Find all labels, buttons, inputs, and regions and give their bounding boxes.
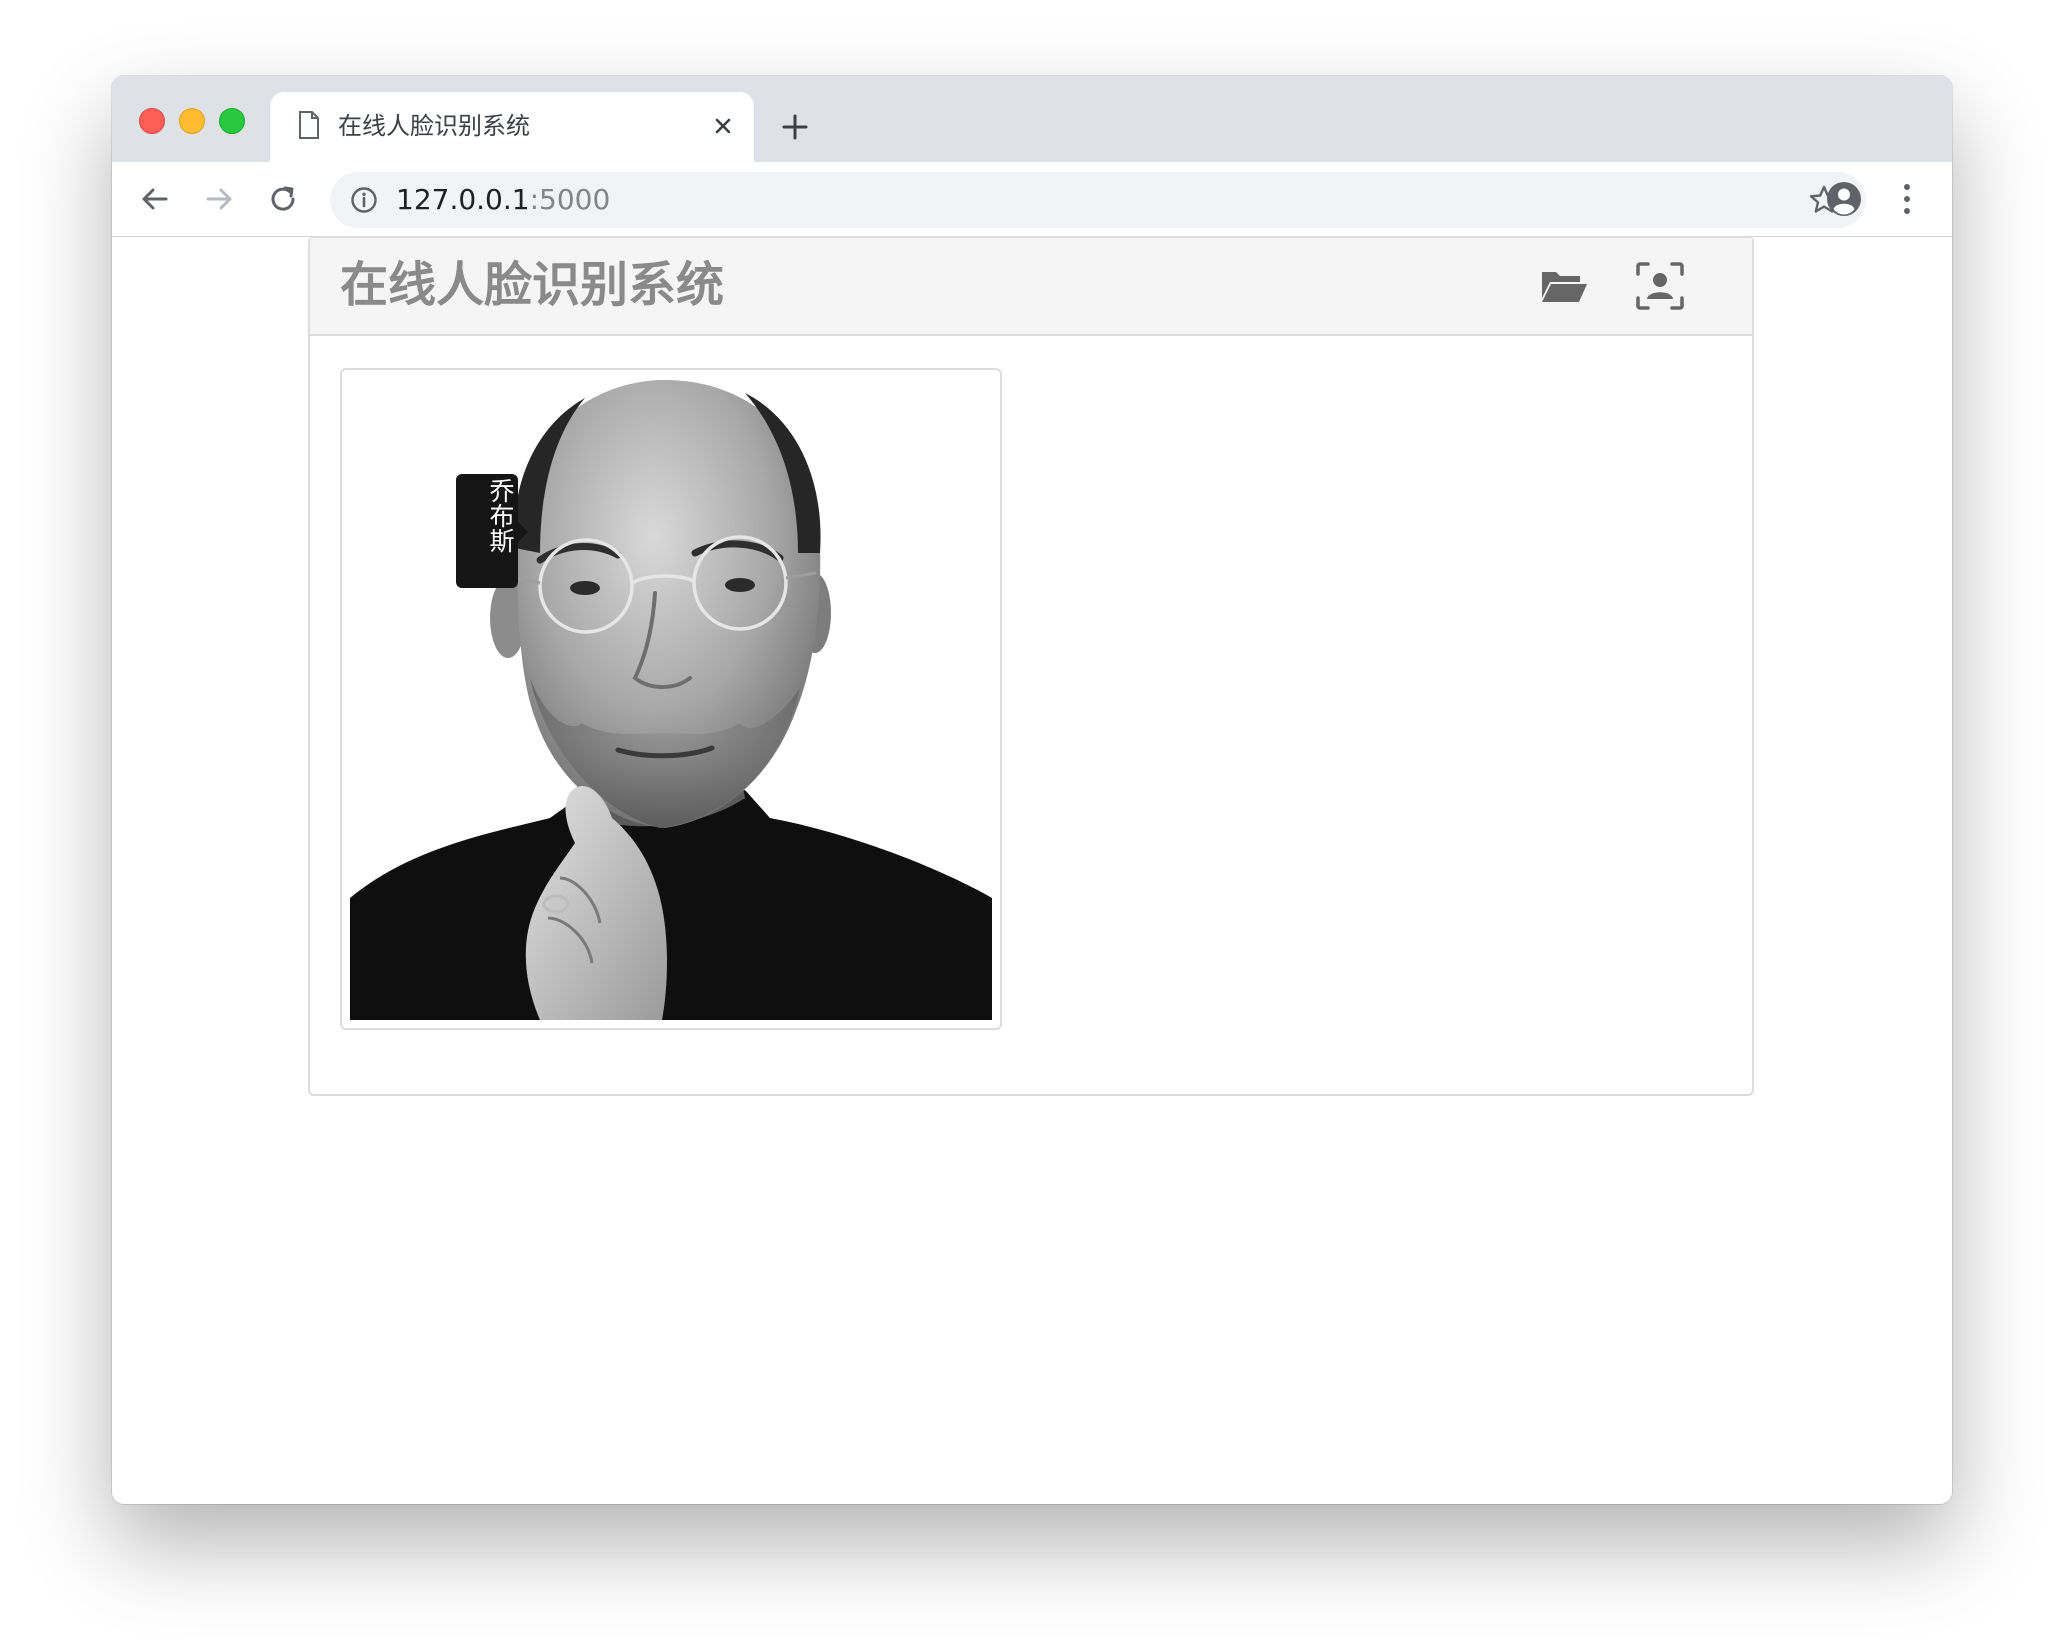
address-bar[interactable]: 127.0.0.1:5000	[330, 172, 1866, 228]
new-tab-icon[interactable]	[778, 110, 812, 144]
browser-tab[interactable]: 在线人脸识别系统	[270, 92, 754, 162]
close-tab-icon[interactable]	[708, 111, 738, 141]
app-title: 在线人脸识别系统	[340, 257, 725, 313]
browser-toolbar: 127.0.0.1:5000	[112, 162, 1952, 237]
face-recognition-panel: 在线人脸识别系统 乔布斯	[308, 236, 1754, 1096]
url-host: 127.0.0.1	[396, 183, 530, 216]
info-icon[interactable]	[350, 186, 378, 214]
more-menu-icon[interactable]	[1899, 180, 1915, 218]
panel-header: 在线人脸识别系统	[310, 238, 1752, 336]
url-text[interactable]: 127.0.0.1:5000	[396, 182, 610, 218]
maximize-window-button[interactable]	[219, 108, 245, 134]
tab-title: 在线人脸识别系统	[338, 112, 530, 140]
tab-strip: 在线人脸识别系统	[112, 76, 1952, 162]
photo-frame: 乔布斯	[340, 368, 1002, 1030]
minimize-window-button[interactable]	[179, 108, 205, 134]
portrait-photo	[350, 378, 992, 1020]
forward-arrow-icon[interactable]	[202, 182, 236, 216]
face-scan-icon[interactable]	[1632, 258, 1688, 314]
face-name-label: 乔布斯	[456, 474, 528, 588]
back-arrow-icon[interactable]	[138, 182, 172, 216]
profile-icon[interactable]	[1825, 180, 1863, 218]
url-port: :5000	[529, 183, 611, 216]
reload-icon[interactable]	[266, 182, 300, 216]
page-icon	[299, 111, 319, 139]
folder-open-icon[interactable]	[1536, 258, 1592, 314]
close-window-button[interactable]	[139, 108, 165, 134]
browser-window: 在线人脸识别系统 127.0.0.1:5000 在线人脸识别系统 乔布斯	[112, 76, 1952, 1504]
face-name-text: 乔布斯	[486, 478, 515, 553]
